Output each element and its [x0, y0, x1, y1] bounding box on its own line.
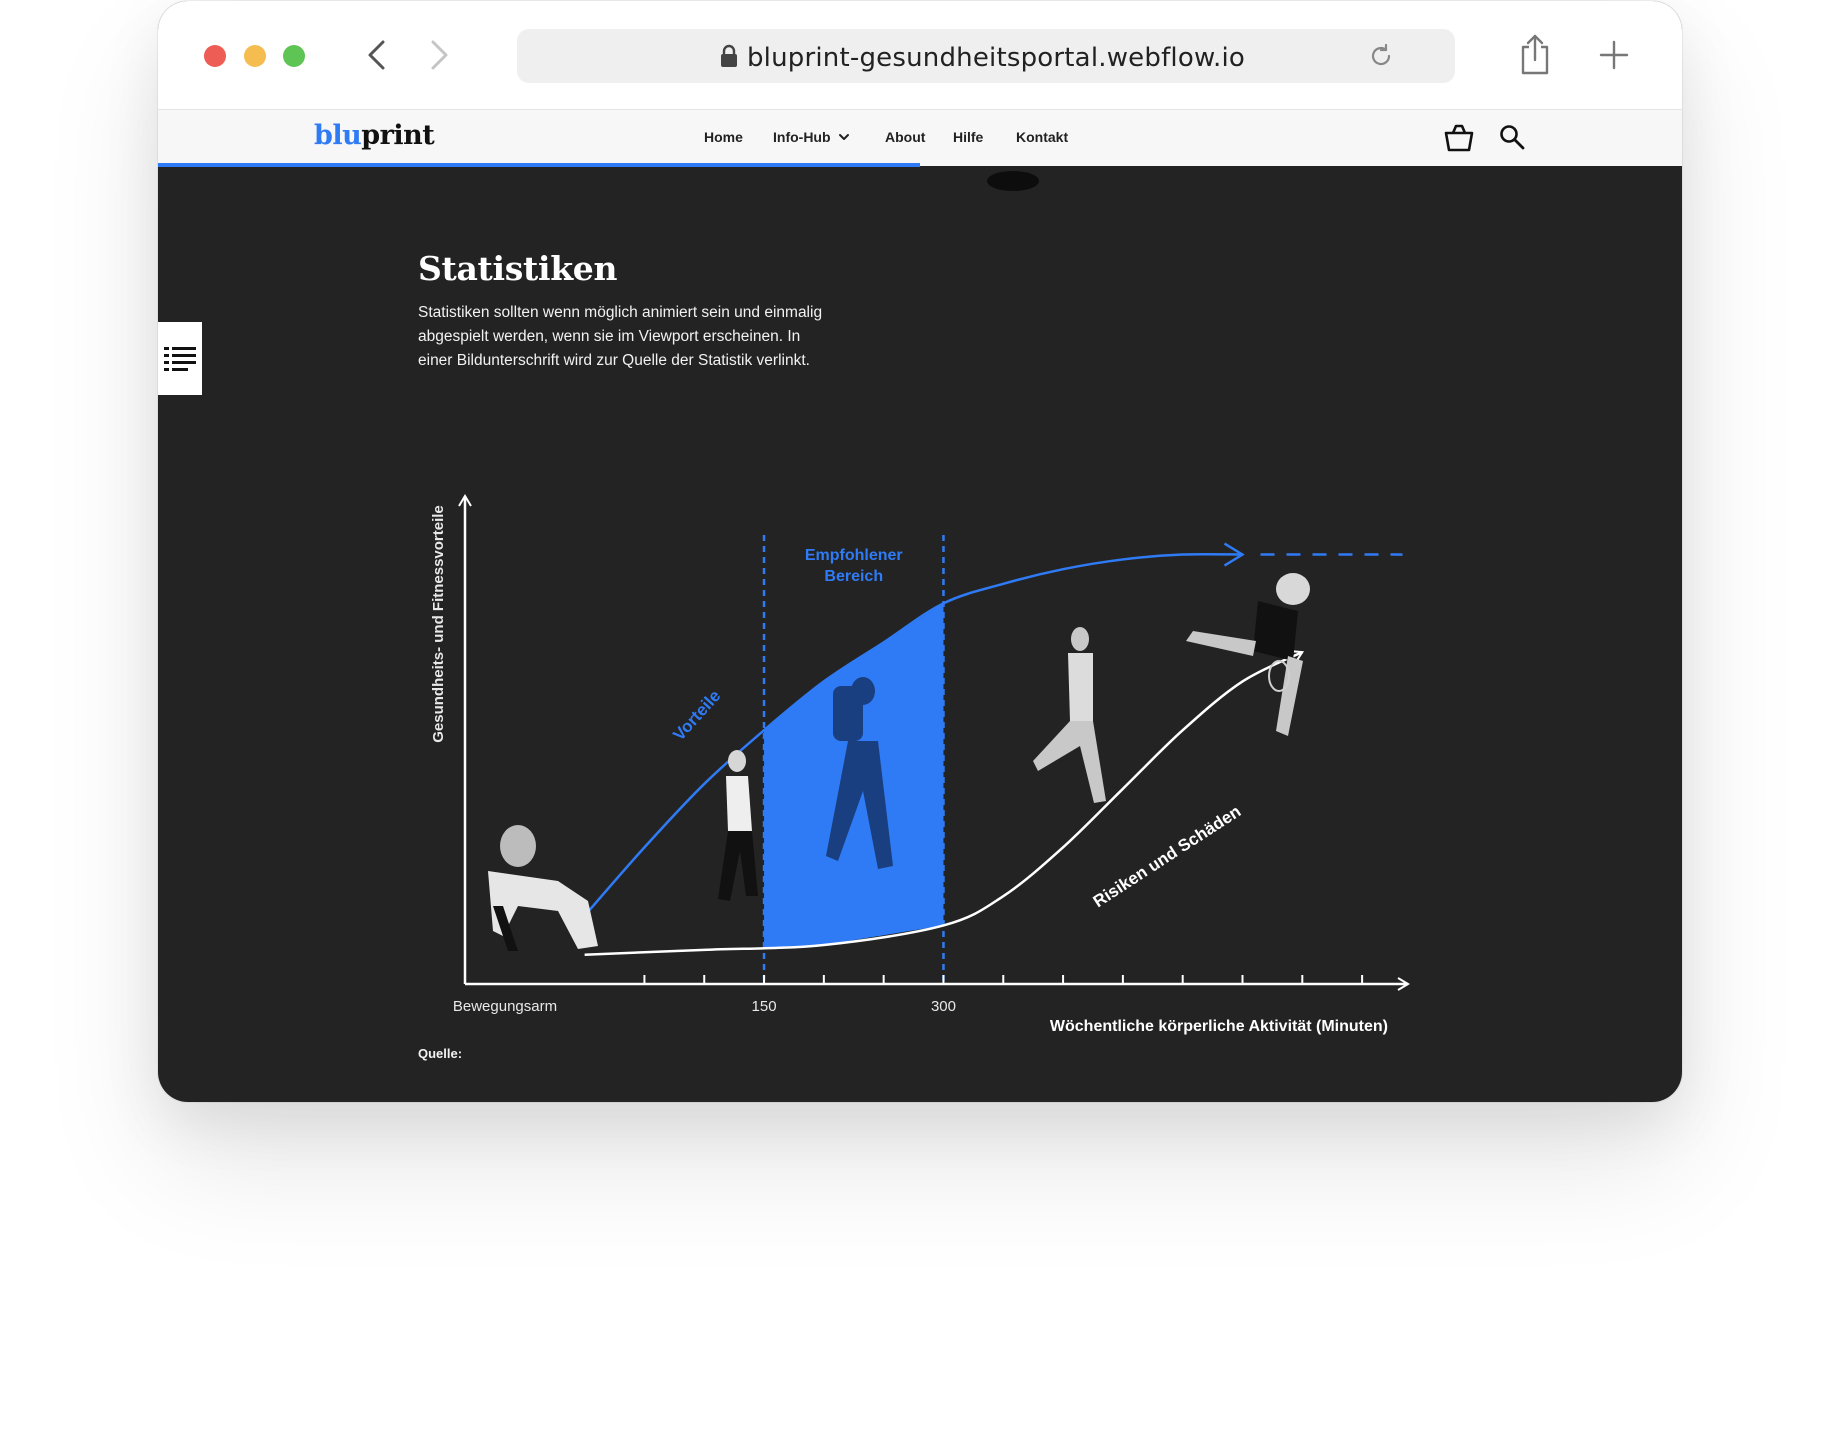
x-tick-label: 150 [752, 998, 777, 1015]
y-axis-label: Gesundheits- und Fitnessvorteile [430, 505, 447, 743]
x-tick-label: Bewegungsarm [453, 998, 557, 1015]
figure-shoe-top [987, 171, 1039, 191]
activity-benefit-chart: Bewegungsarm 150 300 Wöchentliche körperlic… [430, 171, 1410, 1035]
x-axis-label: Wöchentliche körperliche Aktivität (Minu… [1050, 1018, 1388, 1035]
figure-runner [1033, 627, 1106, 803]
x-tick-label: 300 [931, 998, 956, 1015]
figure-lounging-person [488, 825, 598, 951]
recommended-range-label: Empfohlener [805, 547, 903, 564]
chart-source: Quelle: [418, 1046, 463, 1061]
figure-walking-person [718, 750, 758, 901]
risk-curve-label: Risiken und Schäden [1090, 802, 1245, 912]
recommended-range-label: Bereich [824, 568, 883, 585]
browser-window: bluprint-gesundheitsportal.webflow.io bl… [158, 1, 1682, 1102]
benefit-curve-label: Vorteile [669, 686, 724, 744]
